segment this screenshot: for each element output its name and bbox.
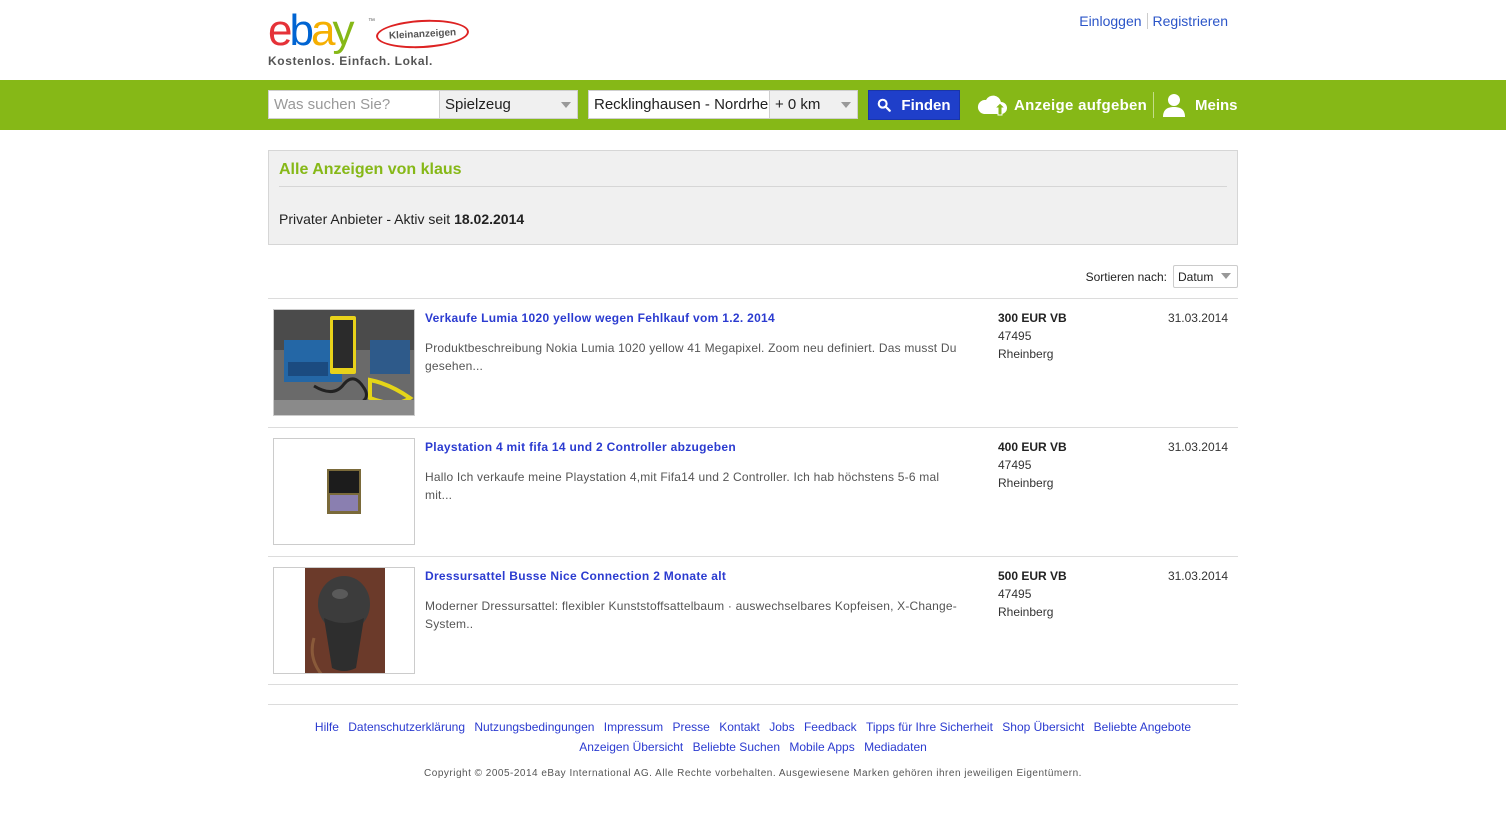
footer-link-kontakt[interactable]: Kontakt [719,720,760,734]
list-item: Dressursattel Busse Nice Connection 2 Mo… [268,556,1238,685]
nav-separator [1153,92,1154,118]
radius-value: + 0 km [775,96,821,113]
sort-label: Sortieren nach: [1085,269,1167,284]
chevron-down-icon [1221,273,1231,279]
listing-description: Moderner Dressursattel: flexibler Kunsts… [425,599,957,631]
listing-zip: 47495 [998,329,1032,343]
listing-title-link[interactable]: Verkaufe Lumia 1020 yellow wegen Fehlkau… [425,311,775,325]
post-ad-label: Anzeige aufgeben [1014,96,1148,114]
footer-link-anzeigen-uebersicht[interactable]: Anzeigen Übersicht [579,740,683,754]
phone-photo-icon [274,310,414,415]
listing-date: 31.03.2014 [1167,311,1228,325]
footer-link-feedback[interactable]: Feedback [804,720,857,734]
copyright: Copyright © 2005-2014 eBay International… [424,768,1082,779]
sort-control: Sortieren nach: Datum [1086,265,1238,288]
footer-link-hilfe[interactable]: Hilfe [315,720,339,734]
active-since-date: 18.02.2014 [454,211,525,227]
listing-title-link[interactable]: Dressursattel Busse Nice Connection 2 Mo… [425,569,726,583]
list-item: Verkaufe Lumia 1020 yellow wegen Fehlkau… [268,298,1238,427]
header: ebay ™ Kleinanzeigen Kostenlos. Einfach.… [0,0,1506,80]
listing-description: Hallo Ich verkaufe meine Playstation 4,m… [425,470,940,502]
footer-link-nutzungsbedingungen[interactable]: Nutzungsbedingungen [474,720,594,734]
ebay-kleinanzeigen-logo[interactable]: ebay ™ Kleinanzeigen Kostenlos. Einfach.… [268,8,478,68]
listing-date: 31.03.2014 [1167,440,1228,454]
footer-link-jobs[interactable]: Jobs [769,720,794,734]
search-icon [878,98,892,112]
footer-link-shop-uebersicht[interactable]: Shop Übersicht [1002,720,1084,734]
footer-divider [268,704,1238,705]
seller-info: Privater Anbieter - Aktiv seit 18.02.201… [279,211,525,227]
find-label: Finden [901,96,951,114]
listing-city: Rheinberg [998,347,1054,361]
search-input[interactable]: Was suchen Sie? [268,90,440,119]
logo-trademark: ™ [368,18,375,25]
logo-badge: Kleinanzeigen [375,17,470,51]
footer-link-mediadaten[interactable]: Mediadaten [864,740,927,754]
sort-value: Datum [1178,269,1214,284]
listing-date: 31.03.2014 [1167,569,1228,583]
footer-link-mobile-apps[interactable]: Mobile Apps [789,740,854,754]
listing-title-link[interactable]: Playstation 4 mit fifa 14 und 2 Controll… [425,440,736,454]
page-title: Alle Anzeigen von klaus [279,161,462,178]
chevron-down-icon [841,102,851,108]
category-value: Spielzeug [445,96,511,113]
saddle-photo-icon [274,568,414,673]
footer-links: Hilfe Datenschutzerklärung Nutzungsbedin… [268,717,1238,757]
listing-list: Verkaufe Lumia 1020 yellow wegen Fehlkau… [268,298,1238,685]
search-bar: Was suchen Sie? Spielzeug Recklinghausen… [0,80,1506,130]
sort-select[interactable]: Datum [1173,265,1238,288]
listing-zip: 47495 [998,458,1032,472]
category-select[interactable]: Spielzeug [439,90,578,119]
footer-link-presse[interactable]: Presse [672,720,709,734]
listing-price: 500 EUR VB [998,569,1067,583]
listing-thumbnail-lumia[interactable] [273,309,415,416]
footer-link-sicherheit[interactable]: Tipps für Ihre Sicherheit [866,720,993,734]
footer-link-beliebte-suchen[interactable]: Beliebte Suchen [693,740,780,754]
listing-city: Rheinberg [998,476,1054,490]
user-icon [1163,94,1185,117]
console-photo-icon [274,439,414,544]
find-button[interactable]: Finden [868,90,960,120]
seller-profile-box: Alle Anzeigen von klaus Privater Anbiete… [268,150,1238,245]
register-link[interactable]: Registrieren [1146,13,1233,29]
login-link[interactable]: Einloggen [1074,13,1146,29]
listing-price: 400 EUR VB [998,440,1067,454]
divider [279,186,1227,187]
list-item: Playstation 4 mit fifa 14 und 2 Controll… [268,427,1238,556]
listing-thumbnail-saddle[interactable] [273,567,415,674]
chevron-down-icon [561,102,571,108]
logo-wordmark: ebay [268,6,354,55]
account-button[interactable]: Meins [1163,93,1238,117]
post-ad-button[interactable]: Anzeige aufgeben [976,93,1147,117]
footer-link-impressum[interactable]: Impressum [604,720,663,734]
account-label: Meins [1195,96,1238,114]
listing-thumbnail-playstation[interactable] [273,438,415,545]
location-input[interactable]: Recklinghausen - Nordrhei [588,90,770,119]
listing-zip: 47495 [998,587,1032,601]
top-links: Einloggen Registrieren [1074,13,1233,29]
slogan: Kostenlos. Einfach. Lokal. [268,54,433,68]
radius-select[interactable]: + 0 km [769,90,858,119]
listing-description: Produktbeschreibung Nokia Lumia 1020 yel… [425,341,957,373]
listing-city: Rheinberg [998,605,1054,619]
footer-link-datenschutz[interactable]: Datenschutzerklärung [348,720,465,734]
footer-link-beliebte-angebote[interactable]: Beliebte Angebote [1094,720,1191,734]
listing-price: 300 EUR VB [998,311,1067,325]
cloud-upload-icon [977,95,1007,116]
